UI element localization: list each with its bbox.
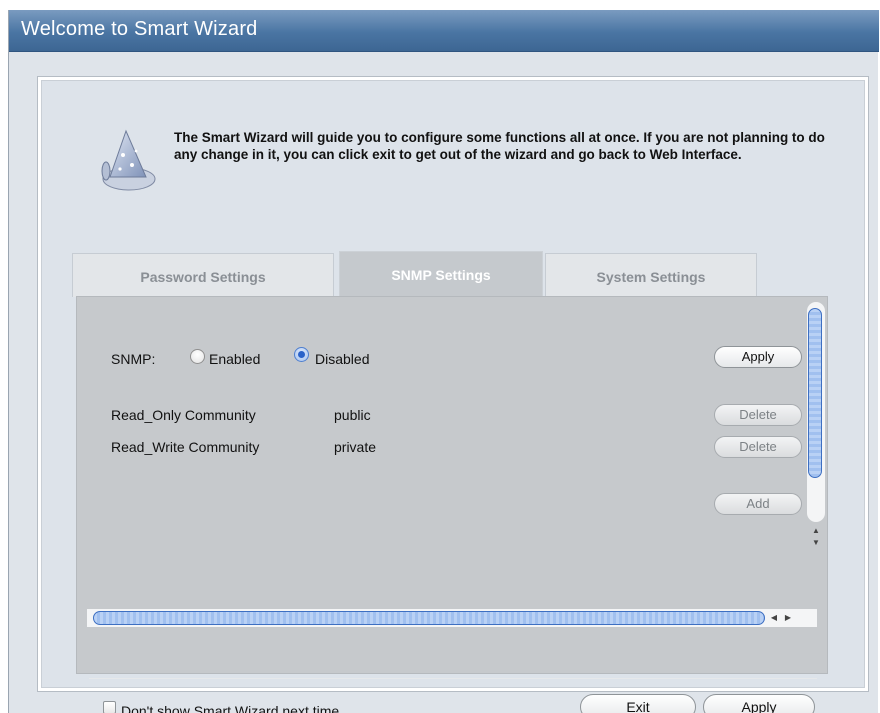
snmp-label: SNMP: xyxy=(111,351,156,367)
footer-apply-button[interactable]: Apply xyxy=(703,694,815,713)
window-title: Welcome to Smart Wizard xyxy=(21,18,258,40)
community-value: private xyxy=(334,439,377,455)
snmp-enabled-radio[interactable] xyxy=(190,349,205,364)
dont-show-checkbox[interactable] xyxy=(103,701,116,713)
snmp-enabled-label: Enabled xyxy=(209,351,261,367)
scroll-up-arrow-icon[interactable]: ▲ xyxy=(811,526,821,536)
footer-divider xyxy=(89,678,817,679)
tab-system-settings[interactable]: System Settings xyxy=(545,253,757,297)
horizontal-scrollbar[interactable]: ◀ ▶ xyxy=(87,609,817,627)
wizard-panel: The Smart Wizard will guide you to confi… xyxy=(37,76,869,713)
tab-label: SNMP Settings xyxy=(391,267,491,283)
tab-label: System Settings xyxy=(596,269,706,285)
snmp-disabled-radio[interactable] xyxy=(294,347,309,362)
tab-snmp-settings[interactable]: SNMP Settings xyxy=(339,251,543,297)
exit-button[interactable]: Exit xyxy=(580,694,696,713)
vertical-scroll-thumb[interactable] xyxy=(808,308,822,478)
community-name: Read_Write Community xyxy=(111,439,260,455)
horizontal-scroll-thumb[interactable] xyxy=(93,611,765,625)
delete-read-write-button[interactable]: Delete xyxy=(714,436,802,458)
tab-password-settings[interactable]: Password Settings xyxy=(72,253,334,297)
snmp-settings-area: SNMP: Enabled Disabled Apply Read_Only C… xyxy=(77,297,829,559)
delete-read-only-button[interactable]: Delete xyxy=(714,404,802,426)
horizontal-scrollbar-placeholder xyxy=(87,309,817,327)
scroll-left-arrow-icon[interactable]: ◀ xyxy=(769,613,779,623)
vertical-scrollbar[interactable]: ▲ ▼ xyxy=(805,302,827,558)
intro-text: The Smart Wizard will guide you to confi… xyxy=(174,130,825,162)
tab-label: Password Settings xyxy=(140,269,266,285)
scroll-down-arrow-icon[interactable]: ▼ xyxy=(811,538,821,548)
wizard-inner-panel: The Smart Wizard will guide you to confi… xyxy=(41,80,865,713)
community-value: public xyxy=(334,407,371,423)
dont-show-label: Don't show Smart Wizard next time xyxy=(121,703,340,713)
add-community-button[interactable]: Add xyxy=(714,493,802,515)
scroll-right-arrow-icon[interactable]: ▶ xyxy=(783,613,793,623)
wizard-hat-icon xyxy=(101,129,156,191)
community-name: Read_Only Community xyxy=(111,407,256,423)
wizard-window: Welcome to Smart Wizard The Smart Wizard… xyxy=(8,10,879,713)
snmp-apply-button[interactable]: Apply xyxy=(714,346,802,368)
title-bar: Welcome to Smart Wizard xyxy=(9,10,879,52)
tab-content-panel: SNMP: Enabled Disabled Apply Read_Only C… xyxy=(76,296,829,713)
snmp-disabled-label: Disabled xyxy=(315,351,370,367)
